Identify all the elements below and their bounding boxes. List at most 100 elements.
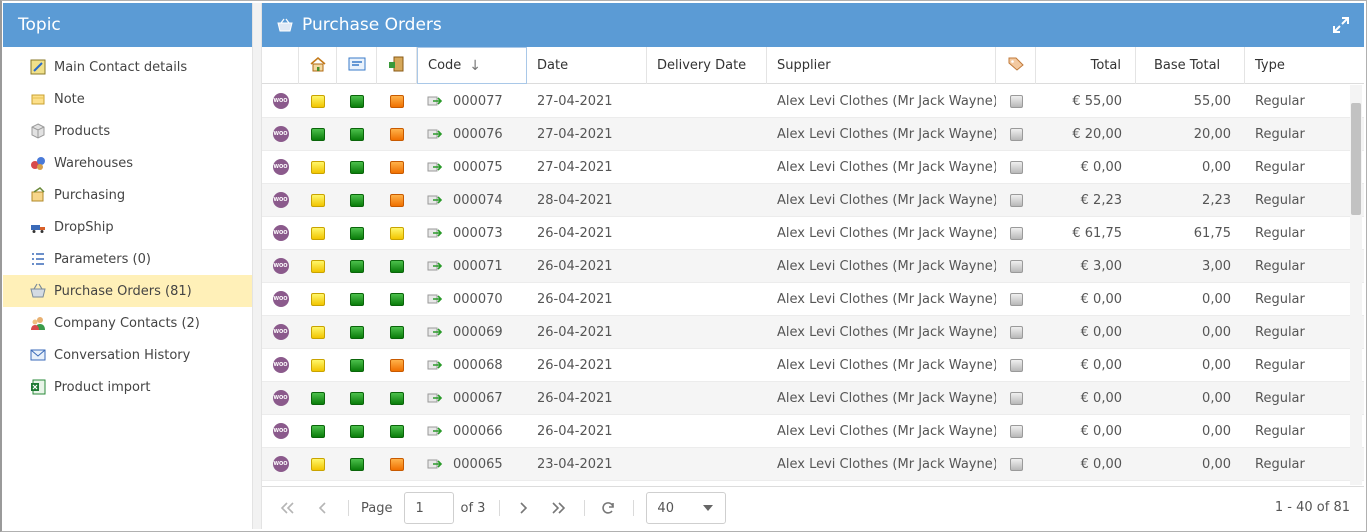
topic-item-label: Company Contacts (2): [54, 315, 200, 331]
open-arrow-icon[interactable]: [427, 194, 443, 206]
page-count-label: of 3: [460, 500, 486, 516]
col-base-total[interactable]: Base Total: [1136, 47, 1245, 84]
tag-checkbox[interactable]: [1009, 292, 1023, 306]
open-arrow-icon[interactable]: [427, 425, 443, 437]
tag-checkbox[interactable]: [1009, 226, 1023, 240]
open-arrow-icon[interactable]: [427, 458, 443, 470]
tag-checkbox[interactable]: [1009, 193, 1023, 207]
topic-item[interactable]: Company Contacts (2): [3, 307, 252, 339]
tag-checkbox[interactable]: [1009, 160, 1023, 174]
topic-item-label: Parameters (0): [54, 251, 151, 267]
open-arrow-icon[interactable]: [427, 326, 443, 338]
table-row[interactable]: WOO 000070 26-04-2021 Alex Levi Clothes (Mr…: [262, 283, 1364, 316]
tag-checkbox[interactable]: [1009, 457, 1023, 471]
col-status-home[interactable]: [299, 47, 337, 84]
col-tag[interactable]: [996, 47, 1036, 84]
tag-checkbox[interactable]: [1009, 127, 1023, 141]
table-row[interactable]: WOO 000068 26-04-2021 Alex Levi Clothes (Mr…: [262, 349, 1364, 382]
table-row[interactable]: WOO 000066 26-04-2021 Alex Levi Clothes (Mr…: [262, 415, 1364, 448]
page-number-input[interactable]: [404, 492, 455, 524]
document-lines-icon: [348, 57, 366, 75]
table-row[interactable]: WOO 000073 26-04-2021 Alex Levi Clothes (Mr…: [262, 217, 1364, 250]
tag-checkbox[interactable]: [1009, 94, 1023, 108]
status-1-indicator: [311, 292, 325, 306]
open-arrow-icon[interactable]: [427, 359, 443, 371]
topic-item[interactable]: DropShip: [3, 211, 252, 243]
table-row[interactable]: WOO 000067 26-04-2021 Alex Levi Clothes (Mr…: [262, 382, 1364, 415]
tag-checkbox[interactable]: [1009, 424, 1023, 438]
col-supplier[interactable]: Supplier: [767, 47, 996, 84]
topic-item[interactable]: Note: [3, 83, 252, 115]
tag-checkbox[interactable]: [1009, 391, 1023, 405]
vertical-scrollbar[interactable]: [1350, 85, 1362, 485]
table-row[interactable]: WOO 000074 28-04-2021 Alex Levi Clothes (Mr…: [262, 184, 1364, 217]
icon-cell: [377, 283, 417, 316]
topic-item[interactable]: Parameters (0): [3, 243, 252, 275]
open-arrow-icon[interactable]: [427, 392, 443, 404]
col-total[interactable]: Total: [1036, 47, 1136, 84]
table-row[interactable]: WOO 000071 26-04-2021 Alex Levi Clothes (Mr…: [262, 250, 1364, 283]
open-arrow-icon[interactable]: [427, 128, 443, 140]
type-cell: Regular: [1255, 159, 1305, 175]
topic-item[interactable]: Conversation History: [3, 339, 252, 371]
woocommerce-icon: WOO: [272, 456, 289, 472]
table-row[interactable]: WOO 000077 27-04-2021 Alex Levi Clothes (Mr…: [262, 85, 1364, 118]
refresh-button[interactable]: [597, 497, 619, 519]
woocommerce-icon: WOO: [272, 357, 289, 373]
col-total-label: Total: [1090, 58, 1121, 73]
tag-checkbox[interactable]: [1009, 358, 1023, 372]
open-arrow-icon[interactable]: [427, 293, 443, 305]
icon-cell: [337, 283, 377, 316]
topic-item[interactable]: Product import: [3, 371, 252, 403]
status-1-indicator: [311, 391, 325, 405]
topic-item[interactable]: Products: [3, 115, 252, 147]
type-cell: Regular: [1255, 291, 1305, 307]
open-arrow-icon[interactable]: [427, 161, 443, 173]
supplier-cell: Alex Levi Clothes (Mr Jack Wayne): [777, 93, 996, 109]
table-row[interactable]: WOO 000075 27-04-2021 Alex Levi Clothes (Mr…: [262, 151, 1364, 184]
icon-cell: [337, 217, 377, 250]
type-cell: Regular: [1255, 225, 1305, 241]
topic-item[interactable]: Main Contact details: [3, 51, 252, 83]
open-arrow-icon[interactable]: [427, 260, 443, 272]
icon-cell: [337, 85, 377, 118]
col-status-doc[interactable]: [337, 47, 377, 84]
table-row[interactable]: WOO 000065 23-04-2021 Alex Levi Clothes (Mr…: [262, 448, 1364, 481]
topic-item[interactable]: Purchasing: [3, 179, 252, 211]
status-1-indicator: [311, 259, 325, 273]
icon-cell: [337, 349, 377, 382]
col-date[interactable]: Date: [527, 47, 647, 84]
icon-cell: WOO: [262, 283, 299, 316]
last-page-button[interactable]: [548, 497, 570, 519]
icon-cell: WOO: [262, 250, 299, 283]
status-2-indicator: [350, 424, 364, 438]
col-delivery-date[interactable]: Delivery Date: [647, 47, 767, 84]
page-size-select[interactable]: 40: [646, 492, 727, 524]
topic-item[interactable]: Warehouses: [3, 147, 252, 179]
icon-cell: WOO: [262, 349, 299, 382]
expand-icon[interactable]: [1332, 16, 1350, 34]
next-page-button[interactable]: [512, 497, 534, 519]
tag-checkbox[interactable]: [1009, 325, 1023, 339]
first-page-button[interactable]: [276, 497, 298, 519]
icon-cell: WOO: [262, 151, 299, 184]
tag-checkbox[interactable]: [1009, 259, 1023, 273]
scrollbar-thumb[interactable]: [1351, 103, 1361, 215]
code-cell: 000066: [453, 423, 503, 439]
icon-cell: [299, 415, 337, 448]
table-row[interactable]: WOO 000076 27-04-2021 Alex Levi Clothes (Mr…: [262, 118, 1364, 151]
open-arrow-icon[interactable]: [427, 95, 443, 107]
prev-page-button[interactable]: [312, 497, 334, 519]
status-3-indicator: [390, 259, 404, 273]
col-code[interactable]: Code ↓: [417, 47, 527, 84]
col-status-delivery[interactable]: [377, 47, 417, 84]
status-3-indicator: [390, 193, 404, 207]
code-column-cell: 000075: [417, 151, 527, 184]
open-arrow-icon[interactable]: [427, 227, 443, 239]
topic-item[interactable]: Purchase Orders (81): [3, 275, 252, 307]
table-row[interactable]: WOO 000069 26-04-2021 Alex Levi Clothes (Mr…: [262, 316, 1364, 349]
panel-splitter[interactable]: [252, 3, 262, 529]
total-cell: € 3,00: [1080, 258, 1122, 274]
col-type[interactable]: Type: [1245, 47, 1364, 84]
home-icon: [309, 56, 327, 76]
